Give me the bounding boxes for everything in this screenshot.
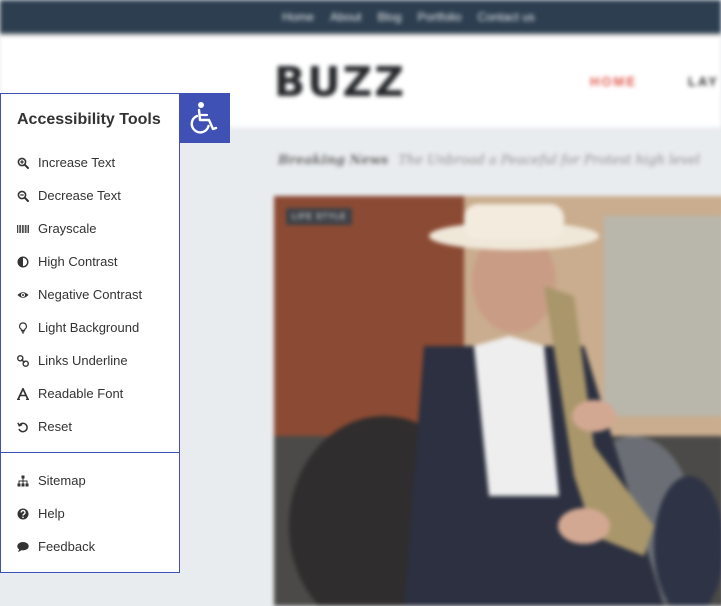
main-nav-home[interactable]: HOME (590, 74, 637, 89)
reset-label: Reset (38, 419, 72, 434)
help-icon (17, 508, 29, 520)
featured-image[interactable]: LIFE STYLE (274, 196, 721, 606)
top-nav-portfolio[interactable]: Portfolio (418, 10, 462, 24)
top-bar: Home About Blog Portfolio Contact us (0, 0, 721, 33)
grayscale-button[interactable]: Grayscale (1, 212, 179, 245)
zoom-out-icon (17, 190, 29, 202)
help-label: Help (38, 506, 65, 521)
increase-text-button[interactable]: Increase Text (1, 146, 179, 179)
reset-icon (17, 421, 29, 433)
feedback-label: Feedback (38, 539, 96, 554)
zoom-in-icon (17, 157, 29, 169)
feedback-link[interactable]: Feedback (1, 530, 179, 563)
high-contrast-label: High Contrast (38, 254, 118, 269)
category-badge[interactable]: LIFE STYLE (286, 208, 353, 225)
top-nav: Home About Blog Portfolio Contact us (0, 0, 721, 33)
breaking-news: Breaking News The Unbroad a Peaceful for … (278, 153, 700, 168)
links-underline-label: Links Underline (38, 353, 128, 368)
top-nav-blog[interactable]: Blog (377, 10, 401, 24)
comment-icon (17, 541, 29, 553)
help-link[interactable]: Help (1, 497, 179, 530)
sitemap-link[interactable]: Sitemap (1, 464, 179, 497)
readable-font-label: Readable Font (38, 386, 124, 401)
accessibility-panel: Accessibility Tools Increase Text Decrea… (0, 93, 180, 573)
top-nav-home[interactable]: Home (282, 10, 314, 24)
increase-text-label: Increase Text (38, 155, 116, 170)
eye-icon (17, 289, 29, 301)
lightbulb-icon (17, 321, 29, 334)
accessibility-toggle-button[interactable] (179, 93, 230, 143)
grayscale-label: Grayscale (38, 221, 97, 236)
site-logo[interactable]: BUZZ (274, 58, 406, 106)
top-nav-about[interactable]: About (330, 10, 361, 24)
saxophone-player-photo (274, 196, 721, 606)
link-icon (17, 354, 29, 367)
breaking-news-headline[interactable]: The Unbroad a Peaceful for Protest high … (398, 153, 700, 168)
breaking-news-label: Breaking News (278, 153, 389, 168)
light-background-label: Light Background (38, 320, 140, 335)
negative-contrast-button[interactable]: Negative Contrast (1, 278, 179, 311)
wheelchair-icon (190, 102, 217, 134)
panel-divider (1, 452, 179, 453)
font-icon (17, 387, 29, 400)
accessibility-panel-title: Accessibility Tools (17, 111, 161, 128)
main-nav-next[interactable]: LAY (688, 74, 719, 89)
light-background-button[interactable]: Light Background (1, 311, 179, 344)
decrease-text-button[interactable]: Decrease Text (1, 179, 179, 212)
readable-font-button[interactable]: Readable Font (1, 377, 179, 410)
half-circle-icon (17, 255, 29, 268)
reset-button[interactable]: Reset (1, 410, 179, 443)
links-underline-button[interactable]: Links Underline (1, 344, 179, 377)
sitemap-icon (17, 475, 29, 487)
negative-contrast-label: Negative Contrast (38, 287, 143, 302)
top-nav-contact[interactable]: Contact us (478, 10, 535, 24)
sitemap-label: Sitemap (38, 473, 86, 488)
decrease-text-label: Decrease Text (38, 188, 121, 203)
barcode-icon (17, 223, 29, 235)
high-contrast-button[interactable]: High Contrast (1, 245, 179, 278)
